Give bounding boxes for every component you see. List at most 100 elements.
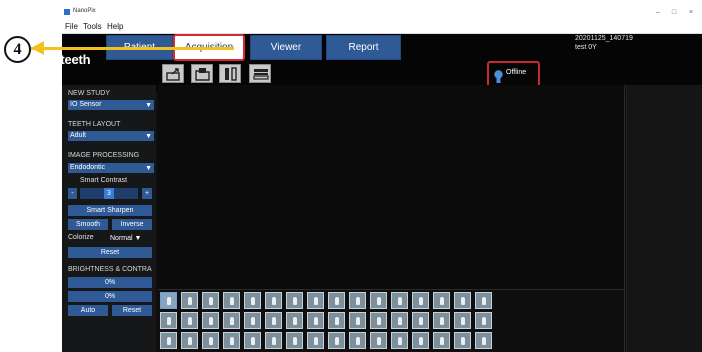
title-bar: NanoPix – □ × <box>62 6 702 22</box>
tooth-thumbnail[interactable] <box>307 292 324 309</box>
reset-brightness-button[interactable]: Reset <box>112 305 152 316</box>
smart-contrast-value: 3 <box>104 188 114 199</box>
menu-help[interactable]: Help <box>107 22 123 31</box>
teeth-layout-select[interactable]: Adult ▼ <box>68 131 154 141</box>
tooth-thumbnail[interactable] <box>433 312 450 329</box>
tooth-thumbnail[interactable] <box>475 332 492 349</box>
contrast-slider[interactable]: 0% <box>68 291 152 302</box>
tooth-thumbnail[interactable] <box>202 292 219 309</box>
close-icon[interactable]: × <box>686 9 696 16</box>
auto-button[interactable]: Auto <box>68 305 108 316</box>
tooth-thumbnail[interactable] <box>160 292 177 309</box>
minimize-icon[interactable]: – <box>653 9 663 16</box>
menu-bar: File Tools Help <box>62 22 702 34</box>
tooth-thumbnail[interactable] <box>391 332 408 349</box>
tooth-thumbnail[interactable] <box>160 312 177 329</box>
image-viewport[interactable] <box>158 85 624 289</box>
tooth-thumbnail[interactable] <box>475 292 492 309</box>
tooth-thumbnail[interactable] <box>223 332 240 349</box>
inverse-button[interactable]: Inverse <box>112 219 152 230</box>
dropdown-arrow-icon: ▼ <box>145 133 152 140</box>
patient-name-age: test 0Y <box>575 44 597 51</box>
callout-pointer-line <box>31 47 234 50</box>
folder-icon <box>195 68 210 81</box>
tooth-thumbnail[interactable] <box>223 292 240 309</box>
tooth-thumbnail[interactable] <box>286 312 303 329</box>
tooth-thumbnail[interactable] <box>370 292 387 309</box>
tooth-thumbnail[interactable] <box>244 312 261 329</box>
layout-rows-button[interactable] <box>249 64 271 83</box>
tooth-thumbnail[interactable] <box>286 332 303 349</box>
tab-report[interactable]: Report <box>326 35 401 60</box>
tooth-thumbnail[interactable] <box>349 332 366 349</box>
callout-number-badge: 4 <box>4 36 31 63</box>
teeth-layout-heading: TEETH LAYOUT <box>68 121 121 128</box>
tooth-thumbnail[interactable] <box>265 312 282 329</box>
tooth-thumbnail[interactable] <box>328 312 345 329</box>
import-icon <box>166 68 180 81</box>
brightness-contrast-heading: BRIGHTNESS & CONTRA <box>68 266 152 273</box>
import-image-button[interactable] <box>162 64 184 83</box>
tooth-thumbnail[interactable] <box>391 292 408 309</box>
tooth-thumbnail[interactable] <box>454 312 471 329</box>
folder-image-button[interactable] <box>191 64 213 83</box>
colorize-select[interactable]: Normal ▼ <box>110 233 152 244</box>
dropdown-arrow-icon: ▼ <box>134 235 142 242</box>
contrast-decrease-button[interactable]: - <box>68 188 77 199</box>
tooth-thumbnail[interactable] <box>454 332 471 349</box>
tab-viewer[interactable]: Viewer <box>250 35 322 60</box>
image-processing-heading: IMAGE PROCESSING <box>68 152 140 159</box>
contrast-value: 0% <box>104 293 116 300</box>
menu-tools[interactable]: Tools <box>83 22 102 31</box>
tooth-thumbnail[interactable] <box>370 312 387 329</box>
tooth-thumbnail[interactable] <box>349 312 366 329</box>
rows-icon <box>253 69 269 80</box>
image-processing-select[interactable]: Endodontic ▼ <box>68 163 154 173</box>
tooth-thumbnail[interactable] <box>433 292 450 309</box>
tooth-thumbnail[interactable] <box>307 312 324 329</box>
tooth-thumbnail[interactable] <box>412 312 429 329</box>
menu-file[interactable]: File <box>65 22 78 31</box>
tooth-thumbnail[interactable] <box>412 292 429 309</box>
tooth-thumbnail[interactable] <box>244 332 261 349</box>
tooth-thumbnail[interactable] <box>286 292 303 309</box>
tooth-thumbnail[interactable] <box>391 312 408 329</box>
smooth-button[interactable]: Smooth <box>68 219 108 230</box>
colorize-value: Normal <box>110 235 133 242</box>
tooth-thumbnail[interactable] <box>328 292 345 309</box>
tooth-thumbnail[interactable] <box>475 312 492 329</box>
tooth-thumbnail[interactable] <box>370 332 387 349</box>
tooth-thumbnail[interactable] <box>223 312 240 329</box>
smart-contrast-label: Smart Contrast <box>80 177 128 184</box>
reset-processing-button[interactable]: Reset <box>68 247 152 258</box>
split-view-button[interactable] <box>219 64 241 83</box>
tooth-thumbnail[interactable] <box>412 332 429 349</box>
tooth-thumbnail[interactable] <box>307 332 324 349</box>
tooth-thumbnail[interactable] <box>244 292 261 309</box>
tooth-thumbnail[interactable] <box>202 312 219 329</box>
maximize-icon[interactable]: □ <box>669 9 679 16</box>
window-title: NanoPix <box>73 8 96 14</box>
right-panel <box>626 85 702 352</box>
tooth-thumbnail[interactable] <box>454 292 471 309</box>
tooth-thumbnail[interactable] <box>328 332 345 349</box>
new-study-heading: NEW STUDY <box>68 90 110 97</box>
smart-sharpen-button[interactable]: Smart Sharpen <box>68 205 152 216</box>
contrast-increase-button[interactable]: + <box>142 188 152 199</box>
tooth-thumbnail[interactable] <box>265 332 282 349</box>
dropdown-arrow-icon: ▼ <box>145 102 152 109</box>
tooth-thumbnail[interactable] <box>349 292 366 309</box>
tooth-thumbnail[interactable] <box>202 332 219 349</box>
smart-contrast-slider[interactable]: 3 <box>80 188 138 199</box>
tooth-thumbnail[interactable] <box>181 332 198 349</box>
tooth-thumbnail[interactable] <box>160 332 177 349</box>
brightness-slider[interactable]: 0% <box>68 277 152 288</box>
tooth-thumbnail[interactable] <box>265 292 282 309</box>
new-study-select[interactable]: IO Sensor ▼ <box>68 100 154 110</box>
tooth-thumbnail-strip <box>160 292 500 352</box>
callout-arrow-icon <box>31 41 44 55</box>
brightness-value: 0% <box>104 279 116 286</box>
tooth-thumbnail[interactable] <box>181 312 198 329</box>
tooth-thumbnail[interactable] <box>181 292 198 309</box>
tooth-thumbnail[interactable] <box>433 332 450 349</box>
